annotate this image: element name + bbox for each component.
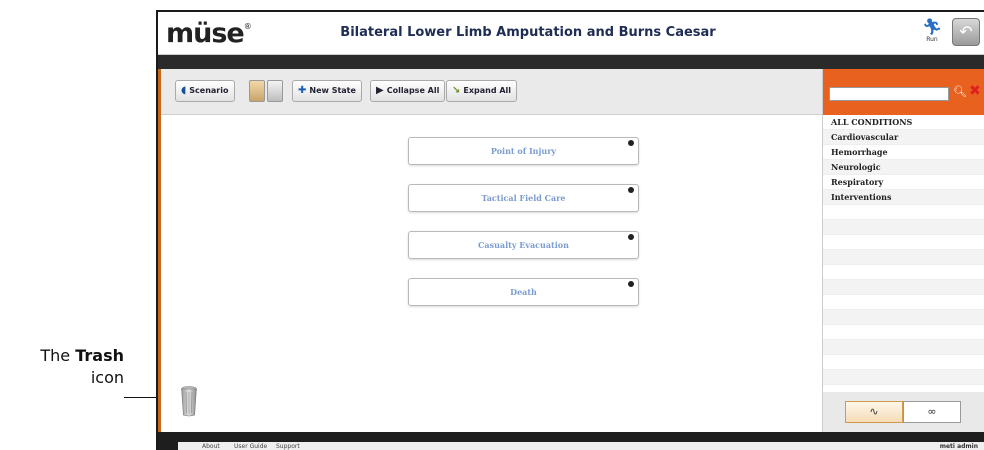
state-label: Point of Injury xyxy=(490,146,557,156)
workspace-toolbar: ◖ Scenario ✚ New State ▶ Collapse All ↘ Expa… xyxy=(161,69,822,115)
collapse-all-button[interactable]: ▶ Collapse All xyxy=(370,80,446,102)
collapse-all-label: Collapse All xyxy=(386,86,440,95)
run-button[interactable]: 🏃︎ Run xyxy=(920,18,944,48)
empty-row xyxy=(823,220,984,235)
empty-row xyxy=(823,310,984,325)
list-view-button[interactable] xyxy=(267,80,283,102)
conditions-panel: 🔍︎ ✖ ALL CONDITIONS Cardiovascular Hemor… xyxy=(822,69,984,432)
empty-row xyxy=(823,295,984,310)
run-label: Run xyxy=(926,36,938,43)
voicemail-tab[interactable]: ∞ xyxy=(903,401,961,423)
empty-row xyxy=(823,370,984,385)
footer-link-user-guide[interactable]: User Guide xyxy=(234,443,267,450)
current-user[interactable]: meti admin xyxy=(940,443,978,450)
empty-row xyxy=(823,355,984,370)
condition-item[interactable]: ALL CONDITIONS xyxy=(823,115,984,130)
top-bar: müse® Bilateral Lower Limb Amputation an… xyxy=(158,12,984,55)
footer-link-about[interactable]: About xyxy=(202,443,220,450)
condition-item[interactable]: Cardiovascular xyxy=(823,130,984,145)
scenario-workspace: ◖ Scenario ✚ New State ▶ Collapse All ↘ Expa… xyxy=(158,69,822,432)
state-box[interactable]: Death xyxy=(408,278,639,306)
scenario-label: Scenario xyxy=(189,86,229,95)
trash-annotation: The Trash icon xyxy=(0,345,124,389)
annotation-suffix: icon xyxy=(90,368,124,387)
new-state-label: New State xyxy=(309,86,356,95)
condition-item[interactable]: Hemorrhage xyxy=(823,145,984,160)
new-state-button[interactable]: ✚ New State xyxy=(292,80,362,102)
empty-row xyxy=(823,250,984,265)
scenario-icon: ◖ xyxy=(181,85,187,96)
collapse-icon: ▶ xyxy=(376,85,384,96)
vitals-tab[interactable]: ∿ xyxy=(845,401,903,423)
empty-row xyxy=(823,205,984,220)
plus-icon: ✚ xyxy=(298,85,307,96)
annotation-bold: Trash xyxy=(75,346,124,365)
run-person-icon: 🏃︎ xyxy=(921,17,943,36)
state-label: Casualty Evacuation xyxy=(478,240,569,250)
state-box[interactable]: Casualty Evacuation xyxy=(408,231,639,259)
header-divider-bar xyxy=(158,55,984,69)
state-box[interactable]: Tactical Field Care xyxy=(408,184,639,212)
scenario-title: Bilateral Lower Limb Amputation and Burn… xyxy=(340,25,716,40)
search-icon[interactable]: 🔍︎ xyxy=(953,85,967,98)
expand-all-button[interactable]: ↘ Expand All xyxy=(446,80,518,102)
scenario-button[interactable]: ◖ Scenario xyxy=(175,80,235,102)
state-label: Death xyxy=(510,287,537,297)
footer-link-support[interactable]: Support xyxy=(276,443,300,450)
graph-view-button[interactable] xyxy=(249,80,265,102)
panel-toggle-bar: ∿ ∞ xyxy=(823,392,984,432)
state-box[interactable]: Point of Injury xyxy=(408,137,639,165)
condition-item[interactable]: Neurologic xyxy=(823,160,984,175)
conditions-list: ALL CONDITIONS Cardiovascular Hemorrhage… xyxy=(823,115,984,430)
heartbeat-icon: ∿ xyxy=(869,405,879,418)
footer-bar: About User Guide Support meti admin xyxy=(158,432,984,450)
empty-row xyxy=(823,265,984,280)
muse-app-window: müse® Bilateral Lower Limb Amputation an… xyxy=(156,10,984,450)
state-pin-icon xyxy=(628,234,634,240)
empty-row xyxy=(823,235,984,250)
condition-item[interactable]: Interventions xyxy=(823,190,984,205)
empty-row xyxy=(823,280,984,295)
trash-icon[interactable] xyxy=(181,385,197,417)
conditions-search-input[interactable] xyxy=(829,87,949,101)
back-button[interactable]: ↶ xyxy=(952,18,980,46)
undo-icon: ↶ xyxy=(959,22,973,41)
conditions-search-header: 🔍︎ ✖ xyxy=(823,69,984,115)
expand-all-label: Expand All xyxy=(463,86,512,95)
annotation-prefix: The xyxy=(40,346,71,365)
clear-search-icon[interactable]: ✖ xyxy=(969,83,981,99)
expand-icon: ↘ xyxy=(452,85,461,96)
empty-row xyxy=(823,340,984,355)
state-pin-icon xyxy=(628,187,634,193)
empty-row xyxy=(823,325,984,340)
voicemail-icon: ∞ xyxy=(927,405,937,418)
state-pin-icon xyxy=(628,140,634,146)
condition-item[interactable]: Respiratory xyxy=(823,175,984,190)
state-pin-icon xyxy=(628,281,634,287)
state-label: Tactical Field Care xyxy=(481,193,566,203)
